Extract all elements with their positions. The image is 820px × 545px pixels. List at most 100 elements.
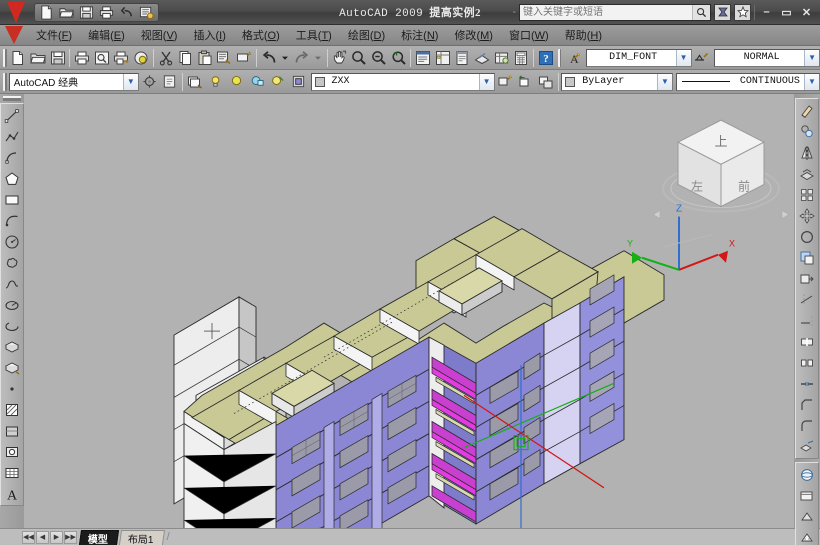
sheet-set-manager-icon[interactable] — [492, 47, 512, 68]
layer-previous-icon[interactable] — [515, 71, 536, 92]
polygon-icon[interactable] — [1, 168, 23, 189]
tool-palettes-icon[interactable] — [453, 47, 473, 68]
3d-orbit-icon[interactable] — [796, 464, 818, 485]
chamfer-icon[interactable] — [796, 394, 818, 415]
color-combo[interactable]: ByLayer ▼ — [561, 72, 673, 91]
workspace-combo[interactable]: AutoCAD 经典 ▼ — [8, 72, 139, 91]
printer-icon[interactable] — [97, 4, 116, 21]
infocenter-icon[interactable] — [714, 3, 731, 21]
layer-plot-icon[interactable] — [267, 71, 288, 92]
trim-icon[interactable] — [796, 289, 818, 310]
chevron-down-icon[interactable]: ▼ — [804, 73, 820, 90]
tab-nav-first[interactable]: ◀◀ — [22, 530, 35, 544]
join-icon[interactable] — [796, 373, 818, 394]
open-folder-icon[interactable] — [57, 4, 76, 21]
markup-set-icon[interactable] — [472, 47, 492, 68]
zoom-window-icon[interactable] — [369, 47, 389, 68]
block-editor-icon[interactable] — [234, 47, 254, 68]
designcenter-icon[interactable] — [433, 47, 453, 68]
layer-properties-manager-icon[interactable] — [185, 71, 206, 92]
stretch-icon[interactable] — [796, 268, 818, 289]
zoom-realtime-icon[interactable] — [350, 47, 370, 68]
cut-icon[interactable] — [156, 47, 176, 68]
spline-icon[interactable] — [1, 273, 23, 294]
help-question-icon[interactable]: ? — [536, 47, 556, 68]
open-icon[interactable] — [28, 47, 48, 68]
dimension-style-combo[interactable]: DIM_FONT ▼ — [585, 48, 692, 67]
make-block-icon[interactable] — [1, 357, 23, 378]
scale-icon[interactable] — [796, 247, 818, 268]
publish-icon[interactable] — [112, 47, 132, 68]
line-icon[interactable] — [1, 105, 23, 126]
dimension-style-icon[interactable]: A — [563, 47, 583, 68]
explode-icon[interactable] — [796, 436, 818, 457]
polyline-icon[interactable] — [1, 126, 23, 147]
layer-freeze-icon[interactable] — [226, 71, 247, 92]
toolbar-grip[interactable] — [3, 96, 21, 101]
favorites-star-icon[interactable] — [734, 3, 751, 21]
gradient-icon[interactable] — [1, 420, 23, 441]
menu-dimension[interactable]: 标注(N) — [394, 25, 445, 45]
search-box[interactable] — [519, 3, 711, 21]
rotate-icon[interactable] — [796, 226, 818, 247]
plot-preview-icon[interactable] — [92, 47, 112, 68]
sheetset-icon[interactable] — [131, 47, 151, 68]
chevron-down-icon[interactable]: ▼ — [804, 49, 820, 66]
application-button[interactable] — [0, 25, 28, 46]
properties-palette-icon[interactable] — [413, 47, 433, 68]
hatch-icon[interactable] — [1, 399, 23, 420]
toolbar-grip[interactable] — [3, 72, 7, 91]
restore-button[interactable]: ▭ — [778, 5, 795, 20]
menu-view[interactable]: 视图(V) — [134, 25, 185, 45]
circle-arc-icon[interactable] — [1, 147, 23, 168]
chevron-down-icon[interactable]: ▼ — [122, 73, 138, 90]
menu-modify[interactable]: 修改(M) — [447, 25, 500, 45]
named-views-icon[interactable] — [796, 485, 818, 506]
matchprop-icon[interactable] — [215, 47, 235, 68]
erase-icon[interactable] — [796, 100, 818, 121]
hidden-visual-style-icon[interactable] — [796, 527, 818, 545]
multiline-text-icon[interactable]: A — [1, 483, 23, 504]
array-icon[interactable] — [796, 184, 818, 205]
drawing-canvas[interactable]: 上 左 前 Z Y X — [24, 94, 794, 528]
tab-nav-last[interactable]: ▶▶ — [64, 530, 77, 544]
workspace-settings-icon[interactable] — [139, 71, 160, 92]
tab-layout1[interactable]: 布局1 — [118, 529, 165, 545]
circle-icon[interactable] — [1, 231, 23, 252]
extend-icon[interactable] — [796, 310, 818, 331]
tab-model[interactable]: 模型 — [78, 529, 120, 545]
break-icon[interactable] — [796, 352, 818, 373]
toolbar-grip[interactable] — [557, 48, 562, 67]
workspace-icon[interactable] — [137, 4, 156, 21]
save-disk-icon[interactable] — [77, 4, 96, 21]
layer-states-icon[interactable] — [536, 71, 557, 92]
redo-dropdown-icon[interactable] — [311, 47, 324, 68]
copy-icon[interactable] — [175, 47, 195, 68]
layer-lock-icon[interactable] — [247, 71, 268, 92]
chevron-down-icon[interactable]: ▼ — [675, 49, 691, 66]
search-input[interactable] — [520, 4, 692, 20]
layer-color-icon[interactable] — [288, 71, 309, 92]
menu-window[interactable]: 窗口(W) — [502, 25, 556, 45]
ellipse-arc-icon[interactable] — [1, 315, 23, 336]
menu-insert[interactable]: 插入(I) — [186, 25, 232, 45]
tab-nav-prev[interactable]: ◀ — [36, 530, 49, 544]
menu-edit[interactable]: 编辑(E) — [81, 25, 132, 45]
break-at-point-icon[interactable] — [796, 331, 818, 352]
chevron-down-icon[interactable]: ▼ — [478, 73, 494, 90]
qnew-icon[interactable] — [9, 47, 29, 68]
ellipse-icon[interactable] — [1, 294, 23, 315]
undo-dropdown-icon[interactable] — [278, 47, 291, 68]
menu-tools[interactable]: 工具(T) — [289, 25, 339, 45]
redo-icon[interactable] — [292, 47, 312, 68]
menu-file[interactable]: 文件(F) — [29, 25, 79, 45]
table-icon[interactable] — [1, 462, 23, 483]
region-icon[interactable] — [1, 441, 23, 462]
application-menu-button[interactable] — [0, 0, 30, 25]
offset-icon[interactable] — [796, 163, 818, 184]
visual-style-icon[interactable] — [796, 506, 818, 527]
minimize-button[interactable]: – — [758, 5, 775, 20]
undo-arrow-icon[interactable] — [117, 4, 136, 21]
make-object-layer-current-icon[interactable] — [495, 71, 516, 92]
move-icon[interactable] — [796, 205, 818, 226]
